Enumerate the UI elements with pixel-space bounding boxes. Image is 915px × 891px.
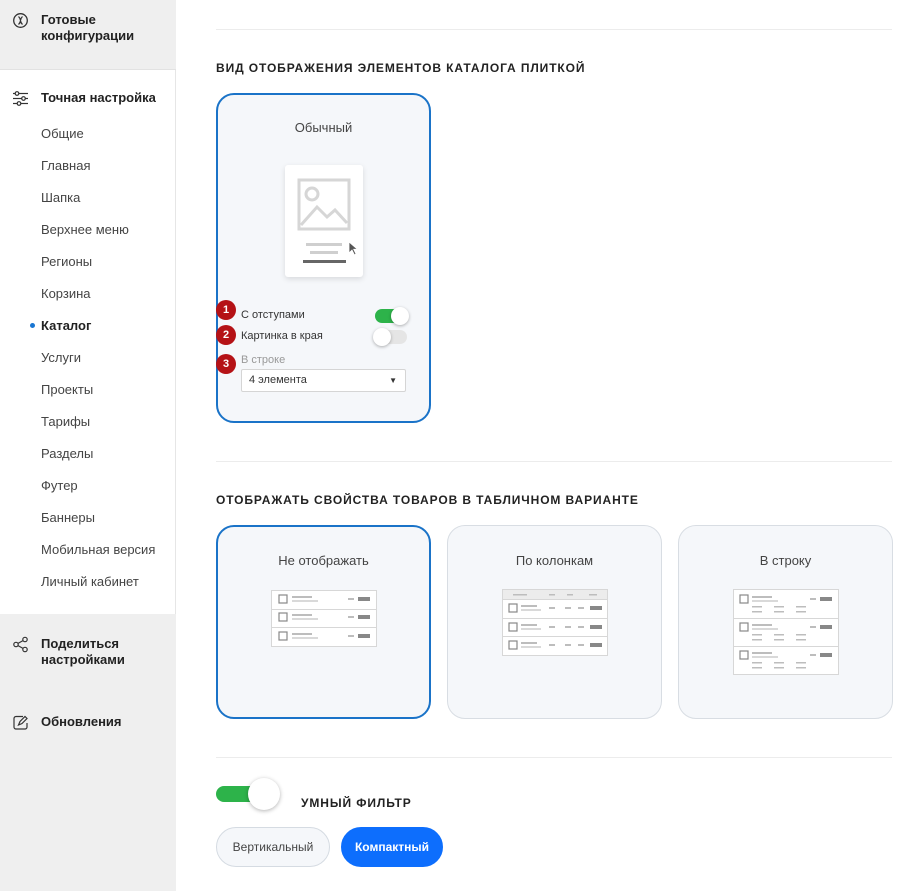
filter-mode-vertical-button[interactable]: Вертикальный (216, 827, 330, 867)
card-title: Не отображать (278, 553, 369, 568)
sidebar-bottom-block: Поделиться настройками Обновления (0, 614, 176, 891)
toggle-knob (373, 328, 391, 346)
props-card-hide[interactable]: Не отображать (216, 525, 431, 719)
sidebar-item-cart[interactable]: Корзина (41, 286, 91, 301)
active-indicator-dot (30, 323, 35, 328)
divider (216, 461, 892, 462)
sidebar-item-banners[interactable]: Баннеры (41, 510, 95, 525)
update-icon (13, 715, 28, 730)
section-title-tile-view: ВИД ОТОБРАЖЕНИЯ ЭЛЕМЕНТОВ КАТАЛОГА ПЛИТК… (216, 61, 586, 75)
toggle-knob (248, 778, 280, 810)
table-preview-columns (502, 589, 608, 656)
sliders-icon (13, 91, 28, 106)
sidebar: Готовые конфигурации Точная настройка Об… (0, 0, 176, 891)
caret-down-icon: ▼ (389, 376, 397, 385)
per-row-select-value: 4 элемента (249, 374, 307, 386)
props-card-row[interactable]: В строку (678, 525, 893, 719)
sidebar-item-projects[interactable]: Проекты (41, 382, 93, 397)
sidebar-item-label: Обновления (41, 714, 122, 729)
option-label-edge-image: Картинка в края (241, 330, 323, 342)
sidebar-item-fine-tuning[interactable]: Точная настройка (12, 90, 161, 107)
card-title: По колонкам (515, 553, 594, 568)
section-title-table-props: ОТОБРАЖАТЬ СВОЙСТВА ТОВАРОВ В ТАБЛИЧНОМ … (216, 493, 639, 507)
card-title: В строку (759, 553, 812, 568)
sidebar-item-label: Точная настройка (41, 90, 156, 105)
table-preview-graphic (503, 590, 607, 650)
sidebar-item-mobile[interactable]: Мобильная версия (41, 542, 155, 557)
config-circle-icon (13, 13, 28, 28)
tile-preview (285, 165, 363, 277)
sidebar-item-label: Поделиться настройками (41, 636, 125, 667)
sidebar-item-account[interactable]: Личный кабинет (41, 574, 139, 589)
badge-2: 2 (216, 325, 236, 345)
sidebar-item-label: Готовые конфигурации (41, 12, 135, 43)
sidebar-item-catalog[interactable]: Каталог (41, 318, 91, 333)
badge-1: 1 (216, 300, 236, 320)
sidebar-item-footer[interactable]: Футер (41, 478, 78, 493)
sidebar-item-services[interactable]: Услуги (41, 350, 81, 365)
table-preview-row (733, 589, 839, 675)
filter-mode-compact-button[interactable]: Компактный (341, 827, 443, 867)
sidebar-item-updates[interactable]: Обновления (12, 714, 161, 731)
sidebar-item-sections[interactable]: Разделы (41, 446, 93, 461)
sidebar-item-general[interactable]: Общие (41, 126, 84, 141)
sidebar-ready-configs-block: Готовые конфигурации (0, 0, 176, 70)
table-preview-graphic (734, 594, 838, 669)
image-placeholder-icon (297, 178, 351, 263)
sidebar-item-header[interactable]: Шапка (41, 190, 80, 205)
sidebar-item-tariffs[interactable]: Тарифы (41, 414, 90, 429)
sidebar-item-ready-configs[interactable]: Готовые конфигурации (12, 12, 161, 44)
table-preview-hide (271, 590, 377, 647)
sidebar-item-main[interactable]: Главная (41, 158, 90, 173)
padding-toggle[interactable] (375, 307, 409, 325)
badge-3: 3 (216, 354, 236, 374)
option-label-padding: С отступами (241, 309, 305, 321)
sidebar-item-share-settings[interactable]: Поделиться настройками (12, 636, 161, 668)
cursor-icon (348, 241, 359, 256)
card-title: Обычный (294, 120, 353, 135)
props-card-columns[interactable]: По колонкам (447, 525, 662, 719)
smart-filter-toggle[interactable] (216, 778, 280, 810)
sidebar-item-regions[interactable]: Регионы (41, 254, 92, 269)
toggle-knob (391, 307, 409, 325)
table-preview-graphic (272, 594, 376, 641)
sidebar-item-top-menu[interactable]: Верхнее меню (41, 222, 129, 237)
edge-image-toggle[interactable] (373, 328, 407, 346)
divider (216, 29, 892, 30)
divider (216, 757, 892, 758)
share-icon (13, 636, 28, 653)
per-row-select[interactable]: 4 элемента ▼ (241, 369, 406, 392)
option-label-per-row: В строке (241, 354, 286, 366)
smart-filter-title: УМНЫЙ ФИЛЬТР (301, 796, 412, 810)
tile-view-card-normal[interactable]: Обычный 1 С отступами 2 Картинка в края … (216, 93, 431, 423)
